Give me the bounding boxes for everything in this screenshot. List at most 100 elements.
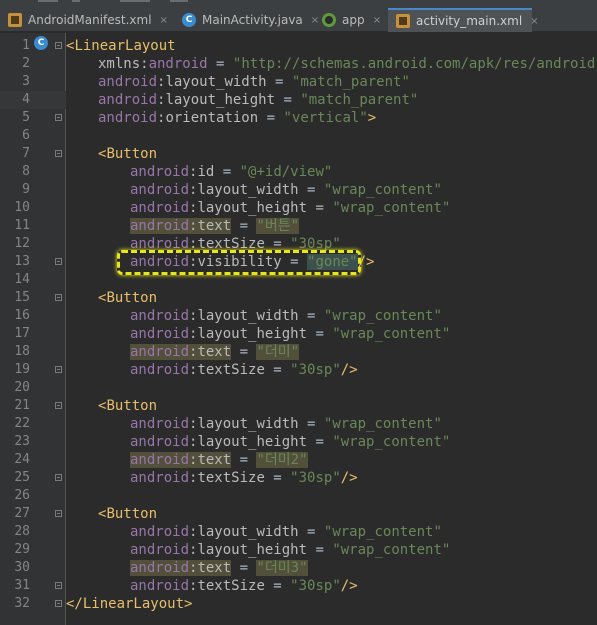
code-line-32[interactable]: </LinearLayout>: [66, 595, 192, 613]
code-token: "wrap_content": [323, 524, 442, 540]
tab-label: activity_main.xml: [416, 14, 523, 28]
code-token: "wrap_content": [332, 542, 451, 558]
code-line-30[interactable]: android:text = "더미3": [130, 559, 308, 577]
code-line-21[interactable]: <Button: [98, 397, 157, 415]
code-line-15[interactable]: <Button: [98, 289, 157, 307]
code-token: :layout_height: [189, 326, 308, 342]
code-token: >: [367, 110, 377, 126]
code-line-16[interactable]: android:layout_width = "wrap_content": [130, 307, 442, 325]
code-token: android: [130, 470, 190, 486]
tab-android-manifest[interactable]: AndroidManifest.xml ×: [0, 8, 172, 32]
code-token: "30sp": [290, 470, 341, 486]
line-number: 5: [22, 110, 30, 125]
code-line-4[interactable]: android:layout_height = "match_parent": [98, 91, 418, 109]
code-token: android: [130, 200, 190, 216]
tab-label: app: [342, 13, 365, 27]
code-line-11[interactable]: android:text = "버튼": [130, 217, 300, 235]
line-number: 11: [14, 218, 30, 233]
code-token: =: [307, 200, 333, 216]
line-number: 14: [14, 272, 30, 287]
code-line-22[interactable]: android:layout_width = "wrap_content": [130, 415, 442, 433]
code-line-28[interactable]: android:layout_width = "wrap_content": [130, 523, 442, 541]
code-token: :textSize: [189, 578, 265, 594]
fold-toggle-icon[interactable]: [55, 510, 62, 517]
code-token: "wrap_content": [323, 416, 442, 432]
line-number: 31: [14, 578, 30, 593]
code-line-24[interactable]: android:text = "더미2": [130, 451, 308, 469]
code-line-7[interactable]: <Button: [98, 145, 157, 163]
code-line-5[interactable]: android:orientation = "vertical">: [98, 109, 376, 127]
code-token: =: [231, 344, 257, 360]
fold-toggle-icon[interactable]: [55, 150, 62, 157]
code-token: android: [98, 74, 158, 90]
code-line-10[interactable]: android:layout_height = "wrap_content": [130, 199, 450, 217]
code-token: android: [130, 362, 190, 378]
code-line-3[interactable]: android:layout_width = "match_parent": [98, 73, 410, 91]
code-token: =: [307, 542, 333, 558]
code-token: android: [130, 308, 190, 324]
code-token: android: [130, 416, 190, 432]
fold-toggle-icon[interactable]: [55, 402, 62, 409]
code-token: =: [214, 164, 240, 180]
xml-file-icon: [396, 14, 410, 28]
code-token: xmlns:: [98, 56, 149, 72]
line-number: 32: [14, 596, 30, 611]
fold-toggle-icon[interactable]: [55, 294, 62, 301]
code-token: LinearLayout: [74, 38, 176, 54]
code-line-29[interactable]: android:layout_height = "wrap_content": [130, 541, 450, 559]
ide-editor-window: AndroidManifest.xml × C MainActivity.jav…: [0, 0, 597, 625]
code-line-19[interactable]: android:textSize = "30sp"/>: [130, 361, 358, 379]
code-token: =: [298, 308, 324, 324]
code-token: =: [275, 92, 301, 108]
fold-toggle-icon[interactable]: [55, 474, 62, 481]
code-token: :layout_width: [189, 182, 299, 198]
tab-app[interactable]: app ×: [314, 8, 386, 32]
code-line-25[interactable]: android:textSize = "30sp"/>: [130, 469, 358, 487]
close-icon[interactable]: ×: [530, 16, 538, 27]
code-token: =: [307, 434, 333, 450]
line-number: 3: [22, 74, 30, 89]
code-line-17[interactable]: android:layout_height = "wrap_content": [130, 325, 450, 343]
fold-toggle-icon[interactable]: [55, 114, 62, 121]
code-line-2[interactable]: xmlns:android = "http://schemas.android.…: [98, 55, 597, 73]
code-token: "더미2": [256, 452, 308, 468]
fold-toggle-icon[interactable]: [55, 258, 62, 265]
line-number: 2: [22, 56, 30, 71]
fold-toggle-icon[interactable]: [55, 42, 62, 49]
class-gutter-icon[interactable]: C: [34, 36, 48, 50]
code-token: :text: [189, 218, 232, 234]
code-line-18[interactable]: android:text = "더미": [130, 343, 300, 361]
fold-toggle-icon[interactable]: [55, 366, 62, 373]
line-number: 9: [22, 182, 30, 197]
code-line-23[interactable]: android:layout_height = "wrap_content": [130, 433, 450, 451]
code-line-8[interactable]: android:id = "@+id/view": [130, 163, 332, 181]
code-token: />: [340, 362, 358, 378]
code-token: "wrap_content": [332, 434, 451, 450]
code-token: "wrap_content": [332, 326, 451, 342]
fold-toggle-icon[interactable]: [55, 600, 62, 607]
code-line-9[interactable]: android:layout_width = "wrap_content": [130, 181, 442, 199]
line-number: 10: [14, 200, 30, 215]
fold-toggle-icon[interactable]: [55, 582, 62, 589]
code-token: android: [148, 56, 208, 72]
tab-activity-main[interactable]: activity_main.xml ×: [388, 8, 539, 32]
code-line-27[interactable]: <Button: [98, 505, 157, 523]
code-line-1[interactable]: <LinearLayout: [66, 37, 176, 55]
code-token: android: [130, 524, 190, 540]
code-editor[interactable]: <LinearLayout xmlns:android = "http://sc…: [66, 33, 597, 625]
code-token: Button: [106, 290, 158, 306]
code-token: android: [98, 92, 158, 108]
code-token: android: [130, 434, 190, 450]
line-number: 23: [14, 434, 30, 449]
close-icon[interactable]: ×: [160, 15, 168, 26]
code-token: "@+id/view": [239, 164, 333, 180]
editor-tab-bar: AndroidManifest.xml × C MainActivity.jav…: [0, 6, 597, 32]
code-token: =: [231, 218, 257, 234]
code-token: "wrap_content": [323, 182, 442, 198]
close-icon[interactable]: ×: [373, 15, 381, 26]
line-number: 16: [14, 308, 30, 323]
code-token: LinearLayout: [82, 596, 185, 612]
code-line-31[interactable]: android:textSize = "30sp"/>: [130, 577, 358, 595]
line-number: 15: [14, 290, 30, 305]
tab-main-activity[interactable]: C MainActivity.java ×: [174, 8, 319, 32]
